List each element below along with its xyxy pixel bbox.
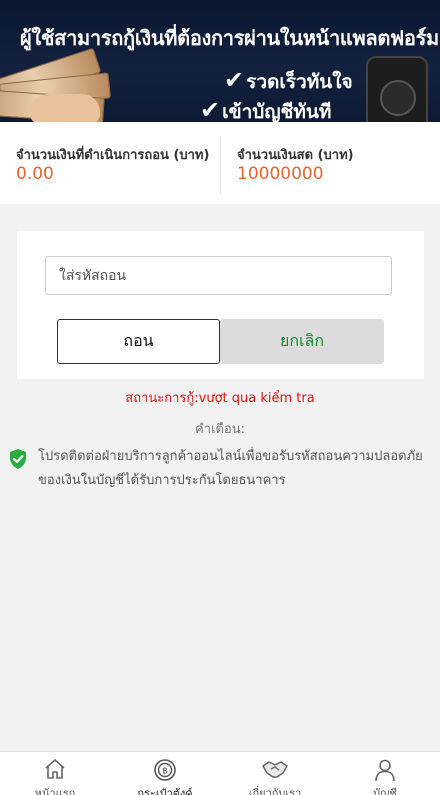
nav-label-about: เกี่ยวกับเรา [248,787,302,795]
withdraw-button[interactable]: ถอน [57,319,220,364]
bottom-nav: หน้าแรก ฿ กระเป๋าตังค์ เกี่ยวกับเรา บัญช… [0,751,440,795]
handshake-icon [262,761,288,778]
nav-item-home[interactable]: หน้าแรก [0,752,110,795]
user-icon [375,759,395,782]
withdrawing-label: จำนวนเงินที่ดำเนินการถอน (บาท) [16,148,210,163]
home-icon [45,759,65,779]
svg-text:฿: ฿ [162,767,168,777]
wallet-coin-icon: ฿ [154,759,176,781]
nav-item-wallet[interactable]: ฿ กระเป๋าตังค์ [110,752,220,795]
warning-text: โปรดติดต่อฝ่ายบริการลูกค้าออนไลน์เพื่อขอ… [38,449,423,488]
loan-status-text: สถานะการกู้:vượt qua kiểm tra [125,391,315,406]
cash-value: 10000000 [237,164,324,184]
money-image [0,47,120,122]
nav-label-wallet: กระเป๋าตังค์ [137,787,193,795]
cash-amount: จำนวนเงินสด (บาท) 10000000 [221,136,440,218]
cancel-button[interactable]: ยกเลิก [220,319,384,364]
balance-panel: จำนวนเงินที่ดำเนินการถอน (บาท) 0.00 จำนว… [0,122,440,204]
shield-check-icon [10,449,26,469]
banner-feature-fast: ✔ รวดเร็วทันใจ [224,66,353,94]
phone-image [366,56,428,122]
warning-title: คำเตือน: [195,422,245,437]
withdrawing-value: 0.00 [16,164,54,184]
nav-label-home: หน้าแรก [34,787,76,795]
withdraw-code-input[interactable] [45,256,392,295]
banner-feature-instant: ✔ เข้าบัญชีทันที [200,96,332,122]
nav-label-account: บัญชี [373,787,397,795]
nav-item-about[interactable]: เกี่ยวกับเรา [220,752,330,795]
cash-label: จำนวนเงินสด (บาท) [237,148,354,163]
promo-banner: ผู้ใช้สามารถกู้เงินที่ต้องการผ่านในหน้าแ… [0,0,440,122]
withdrawing-amount: จำนวนเงินที่ดำเนินการถอน (บาท) 0.00 [0,136,221,194]
nav-item-account[interactable]: บัญชี [330,752,440,795]
check-mark-icon: ✔ [224,66,245,94]
check-mark-icon: ✔ [200,96,221,122]
banner-headline: ผู้ใช้สามารถกู้เงินที่ต้องการผ่านในหน้าแ… [20,26,439,50]
withdraw-form: ถอน ยกเลิก [17,231,424,379]
